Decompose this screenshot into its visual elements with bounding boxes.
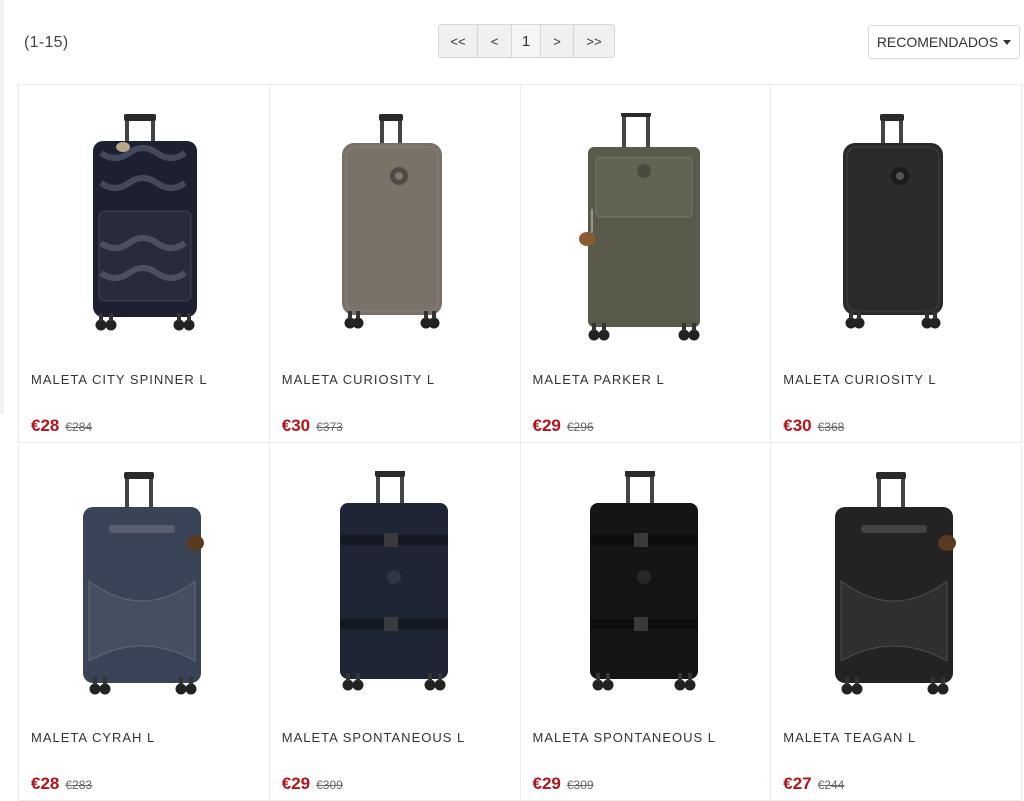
original-price: €283 <box>65 778 93 792</box>
product-name[interactable]: MALETA CURIOSITY L <box>783 372 936 387</box>
sort-label: RECOMENDADOS <box>876 34 999 50</box>
product-name[interactable]: MALETA TEAGAN L <box>783 730 916 745</box>
sale-price: €29 <box>281 774 311 793</box>
product-name[interactable]: MALETA SPONTANEOUS L <box>533 730 717 745</box>
product-card[interactable]: MALETA TEAGAN L €27 €244 <box>771 443 1022 801</box>
product-prices: €30 €368 <box>783 416 844 436</box>
sale-price: €28 <box>31 774 60 793</box>
listing-toolbar: (1-15) << < 1 > >> RECOMENDADOS <box>0 0 1024 85</box>
sort-dropdown[interactable]: RECOMENDADOS <box>868 25 1020 59</box>
suitcase-icon <box>341 114 442 329</box>
product-card[interactable]: MALETA CURIOSITY L €30 €368 <box>771 85 1022 443</box>
original-price: €309 <box>566 778 594 792</box>
product-image[interactable] <box>521 103 771 363</box>
suitcase-icon <box>590 471 699 691</box>
product-image[interactable] <box>771 461 1021 721</box>
product-prices: €30 €373 <box>282 416 343 436</box>
sale-price: €30 <box>281 416 311 435</box>
product-image[interactable] <box>771 103 1021 363</box>
sale-price: €29 <box>532 416 561 435</box>
product-name[interactable]: MALETA PARKER L <box>533 372 665 387</box>
product-prices: €27 €244 <box>783 774 844 794</box>
product-prices: €29 €309 <box>533 774 594 794</box>
product-name[interactable]: MALETA CURIOSITY L <box>282 372 435 387</box>
original-price: €373 <box>316 420 343 434</box>
sale-price: €30 <box>783 416 812 435</box>
sale-price: €27 <box>783 774 812 793</box>
product-prices: €29 €296 <box>533 416 594 436</box>
original-price: €296 <box>566 420 594 434</box>
original-price: €309 <box>316 778 343 792</box>
product-card[interactable]: MALETA SPONTANEOUS L €29 €309 <box>269 443 521 801</box>
product-image[interactable] <box>270 461 520 721</box>
suitcase-icon <box>82 472 204 695</box>
product-name[interactable]: MALETA CYRAH L <box>31 730 155 745</box>
results-range: (1-15) <box>24 34 69 51</box>
product-image[interactable] <box>19 103 269 363</box>
product-name[interactable]: MALETA CITY SPINNER L <box>31 372 208 387</box>
product-prices: €28 €284 <box>31 416 92 436</box>
product-image[interactable] <box>270 103 520 363</box>
suitcase-icon <box>339 471 448 691</box>
suitcase-icon <box>92 114 197 331</box>
last-page-button[interactable]: >> <box>574 25 614 57</box>
suitcase-icon <box>579 113 701 341</box>
first-page-button[interactable]: << <box>439 25 478 57</box>
product-card[interactable]: MALETA PARKER L €29 €296 <box>520 85 772 443</box>
sale-price: €29 <box>532 774 561 793</box>
product-card[interactable]: MALETA SPONTANEOUS L €29 €309 <box>520 443 772 801</box>
suitcase-icon <box>835 472 957 695</box>
prev-page-button[interactable]: < <box>478 25 512 57</box>
original-price: €284 <box>65 420 93 434</box>
product-prices: €28 €283 <box>31 774 92 794</box>
suitcase-icon <box>843 114 944 329</box>
product-image[interactable] <box>19 461 269 721</box>
original-price: €244 <box>817 778 845 792</box>
product-grid: MALETA CITY SPINNER L €28 €284 MALETA CU… <box>18 84 1022 801</box>
next-page-button[interactable]: > <box>541 25 574 57</box>
product-card[interactable]: MALETA CURIOSITY L €30 €373 <box>269 85 521 443</box>
pagination: << < 1 > >> <box>438 24 615 58</box>
product-prices: €29 €309 <box>282 774 343 794</box>
product-card[interactable]: MALETA CITY SPINNER L €28 €284 <box>19 85 270 443</box>
product-card[interactable]: MALETA CYRAH L €28 €283 <box>19 443 270 801</box>
product-name[interactable]: MALETA SPONTANEOUS L <box>282 730 466 745</box>
sale-price: €28 <box>31 416 60 435</box>
current-page-button[interactable]: 1 <box>512 25 541 57</box>
product-image[interactable] <box>521 461 771 721</box>
original-price: €368 <box>817 420 845 434</box>
caret-down-icon <box>1003 39 1012 45</box>
